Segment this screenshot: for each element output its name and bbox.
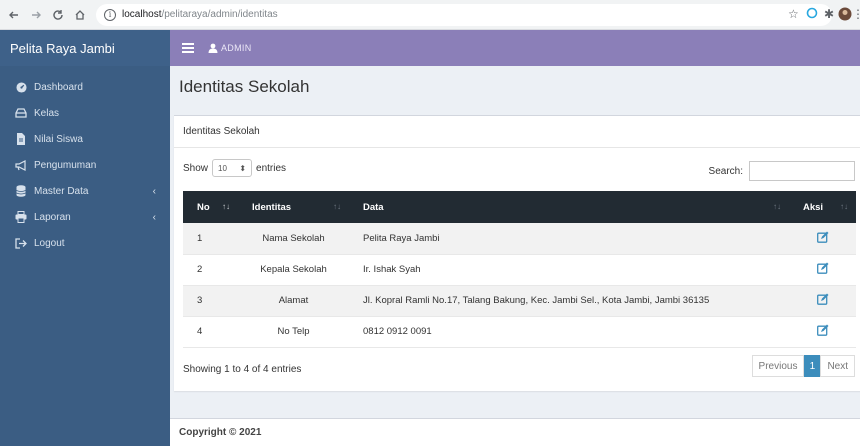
column-header-no[interactable]: No ↑↓ — [183, 191, 238, 223]
sort-icon: ↑↓ — [773, 202, 781, 211]
column-header-identitas[interactable]: Identitas ↑↓ — [238, 191, 349, 223]
table-row: 4 No Telp 0812 0912 0091 — [183, 316, 856, 347]
identitas-table: No ↑↓ Identitas ↑↓ Data ↑↓ Aksi ↑↓ 1 Nama Se… — [183, 191, 856, 348]
sidebar-item-nilai-siswa[interactable]: Nilai Siswa — [0, 126, 170, 152]
sidebar-item-master-data[interactable]: Master Data ‹ — [0, 178, 170, 204]
box-header: Identitas Sekolah — [174, 116, 860, 148]
cell-no: 3 — [197, 295, 203, 306]
page-title: Identitas Sekolah — [179, 77, 310, 96]
user-menu[interactable]: ADMIN — [208, 43, 252, 53]
url-host: localhost — [122, 9, 162, 20]
cell-aksi — [789, 254, 856, 285]
sidebar-item-label: Kelas — [34, 107, 60, 119]
cell-no: 1 — [197, 232, 203, 244]
reload-icon[interactable] — [50, 7, 66, 23]
previous-button[interactable]: Previous — [751, 355, 805, 377]
table-row: 2 Kepala Sekolah Ir. Ishak Syah — [183, 254, 856, 285]
content-box: Identitas Sekolah Show 10 ⬍ entries Sear… — [174, 115, 860, 391]
cell-identitas: Kepala Sekolah — [260, 264, 327, 275]
cell-identitas: Nama Sekolah — [262, 232, 325, 244]
show-label: Show — [183, 162, 209, 174]
entries-select[interactable]: 10 ⬍ — [212, 159, 253, 177]
cell-aksi — [789, 223, 856, 254]
database-icon — [14, 185, 28, 197]
cell-data: 0812 0912 0091 — [363, 326, 432, 337]
url-path: /pelitaraya/admin/identitas — [161, 9, 278, 20]
column-header-data[interactable]: Data ↑↓ — [349, 191, 789, 223]
edit-icon[interactable] — [816, 324, 829, 336]
cell-identitas: No Telp — [277, 326, 310, 337]
sidebar-item-label: Laporan — [34, 211, 71, 223]
extension-icon[interactable] — [806, 7, 818, 22]
sidebar-item-pengumuman[interactable]: Pengumuman — [0, 152, 170, 178]
table-row: 1 Nama Sekolah Pelita Raya Jambi — [183, 223, 856, 254]
profile-avatar[interactable] — [838, 7, 852, 24]
user-label: ADMIN — [221, 43, 252, 53]
chevron-left-icon: ‹ — [152, 211, 156, 223]
table-row: 3 Alamat Jl. Kopral Ramli No.17, Talang … — [183, 285, 856, 316]
cell-aksi — [789, 316, 856, 347]
info-icon[interactable]: i — [104, 8, 116, 21]
sort-asc-icon: ↑↓ — [222, 202, 230, 211]
cell-aksi — [789, 285, 856, 316]
edit-icon[interactable] — [816, 231, 829, 243]
sort-icon: ↑↓ — [333, 202, 341, 211]
search-label: Search: — [708, 165, 743, 177]
entries-label: entries — [256, 162, 287, 174]
table-header-row: No ↑↓ Identitas ↑↓ Data ↑↓ Aksi ↑↓ — [183, 191, 856, 223]
home-icon[interactable] — [72, 7, 88, 23]
footer: Copyright © 2021 — [170, 418, 860, 446]
page-1-button[interactable]: 1 — [804, 355, 821, 377]
logout-icon — [14, 237, 28, 249]
address-bar[interactable]: i localhost/pelitaraya/admin/identitas — [96, 3, 832, 26]
select-arrows-icon: ⬍ — [239, 163, 247, 173]
table-info: Showing 1 to 4 of 4 entries — [183, 364, 302, 375]
sidebar-item-label: Logout — [34, 237, 65, 249]
puzzle-icon[interactable]: ✱ — [824, 7, 834, 21]
sidebar-item-dashboard[interactable]: Dashboard — [0, 74, 170, 100]
cell-no: 2 — [197, 264, 203, 275]
pagination: Previous 1 Next — [751, 355, 855, 377]
class-icon — [14, 107, 28, 119]
chevron-left-icon: ‹ — [152, 185, 156, 197]
browser-toolbar: i localhost/pelitaraya/admin/identitas ☆… — [0, 0, 860, 30]
column-header-aksi[interactable]: Aksi ↑↓ — [789, 191, 856, 223]
edit-icon[interactable] — [816, 262, 829, 274]
star-icon[interactable]: ☆ — [788, 7, 799, 21]
cell-identitas: Alamat — [278, 295, 309, 306]
menu-dots-icon[interactable]: ⋮ — [852, 7, 860, 21]
cell-data: Jl. Kopral Ramli No.17, Talang Bakung, K… — [363, 295, 710, 306]
search-input[interactable] — [749, 161, 855, 181]
sidebar-item-label: Master Data — [34, 185, 89, 197]
edit-icon[interactable] — [816, 293, 829, 305]
sidebar-item-label: Nilai Siswa — [34, 133, 83, 145]
next-button[interactable]: Next — [820, 355, 855, 377]
length-control: Show 10 ⬍ entries — [183, 159, 286, 177]
top-navbar: ADMIN — [170, 30, 860, 66]
dashboard-icon — [14, 81, 28, 93]
megaphone-icon — [14, 159, 28, 171]
file-icon — [14, 133, 28, 145]
hamburger-icon[interactable] — [182, 43, 194, 53]
sidebar-item-label: Pengumuman — [34, 159, 97, 171]
cell-no: 4 — [197, 326, 203, 337]
back-icon[interactable] — [6, 7, 22, 23]
cell-data: Ir. Ishak Syah — [363, 264, 421, 275]
cell-data: Pelita Raya Jambi — [363, 232, 440, 244]
sidebar-item-logout[interactable]: Logout — [0, 230, 170, 256]
sidebar-item-label: Dashboard — [34, 81, 83, 93]
forward-icon[interactable] — [28, 7, 44, 23]
sidebar-item-laporan[interactable]: Laporan ‹ — [0, 204, 170, 230]
sidebar-item-kelas[interactable]: Kelas — [0, 100, 170, 126]
sidebar-menu: Dashboard Kelas Nilai Siswa Pengumuman M… — [0, 66, 170, 256]
entries-value: 10 — [218, 163, 227, 173]
print-icon — [14, 211, 28, 223]
user-icon — [208, 43, 218, 53]
sort-icon: ↑↓ — [840, 202, 848, 211]
brand-title[interactable]: Pelita Raya Jambi — [0, 30, 170, 66]
sidebar: Pelita Raya Jambi Dashboard Kelas Nilai … — [0, 30, 170, 446]
search-control: Search: — [709, 161, 855, 181]
